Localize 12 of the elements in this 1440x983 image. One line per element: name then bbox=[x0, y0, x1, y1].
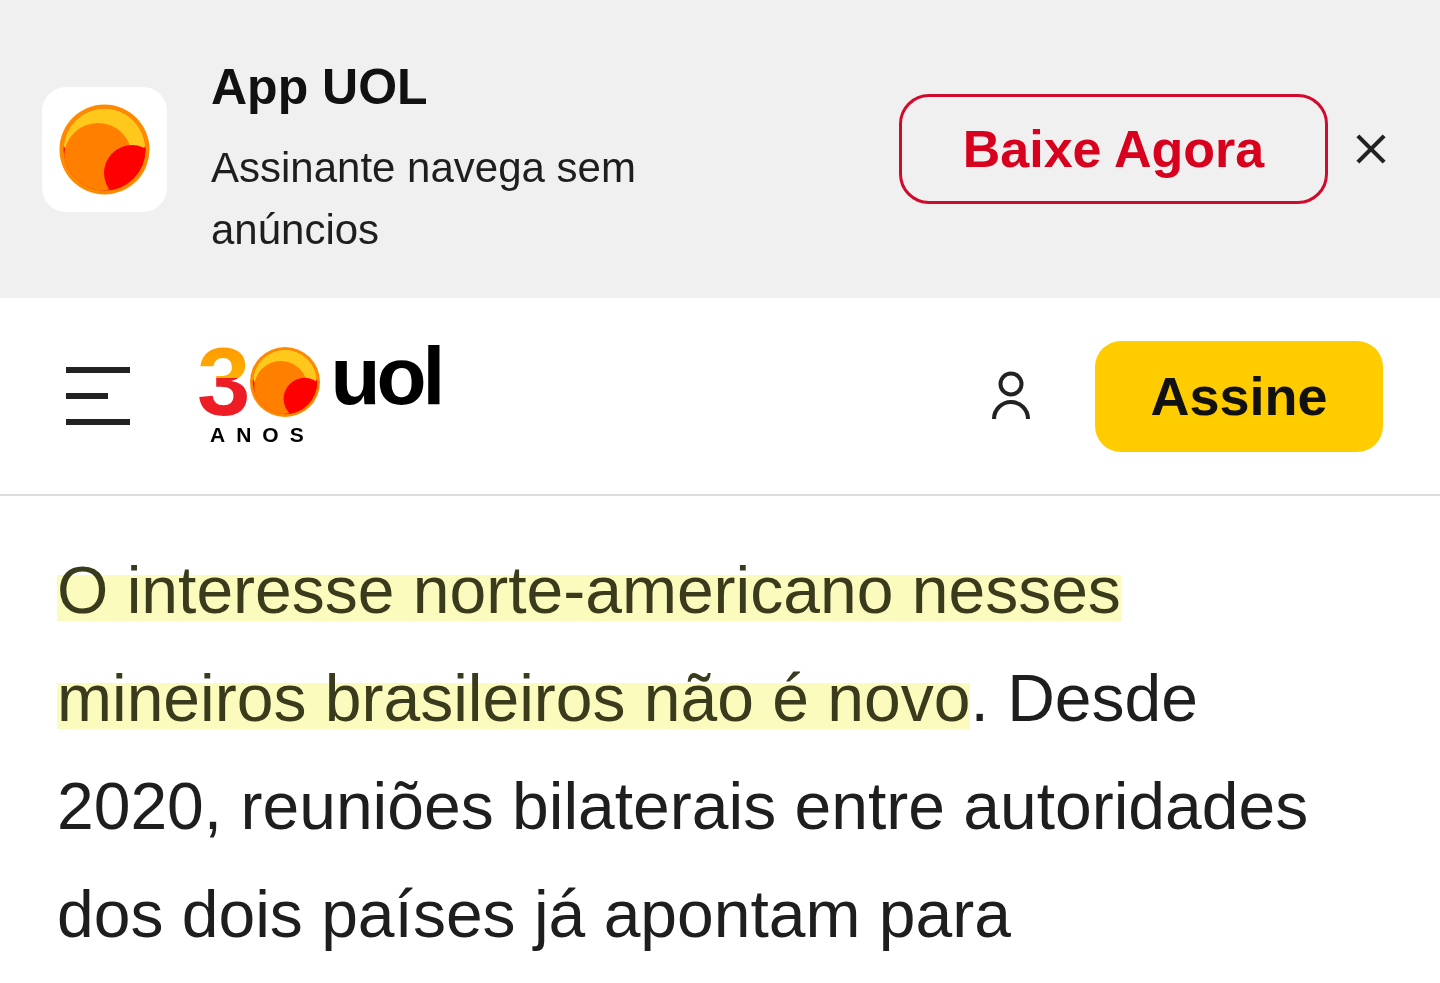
sun-logo-icon[interactable] bbox=[250, 347, 321, 417]
download-button[interactable]: Baixe Agora bbox=[899, 94, 1328, 204]
subscribe-button[interactable]: Assine bbox=[1095, 340, 1383, 452]
menu-icon[interactable] bbox=[66, 367, 130, 425]
user-icon[interactable] bbox=[991, 371, 1031, 421]
close-icon[interactable] bbox=[1356, 134, 1386, 164]
banner-subtitle: Assinante navega sem anúncios bbox=[211, 143, 637, 255]
logo-wordmark[interactable]: uol bbox=[330, 340, 442, 412]
sun-app-icon[interactable] bbox=[42, 86, 167, 212]
logo-tagline: ANOS bbox=[210, 424, 315, 446]
article-paragraph: O interesse norte-americano nesses mineiros brasileiros não é novo. Desde 2020, reuniões bilaterais entre autoridades dos dois países já apontam para bbox=[57, 552, 1310, 953]
banner-title: App UOL bbox=[211, 58, 428, 117]
